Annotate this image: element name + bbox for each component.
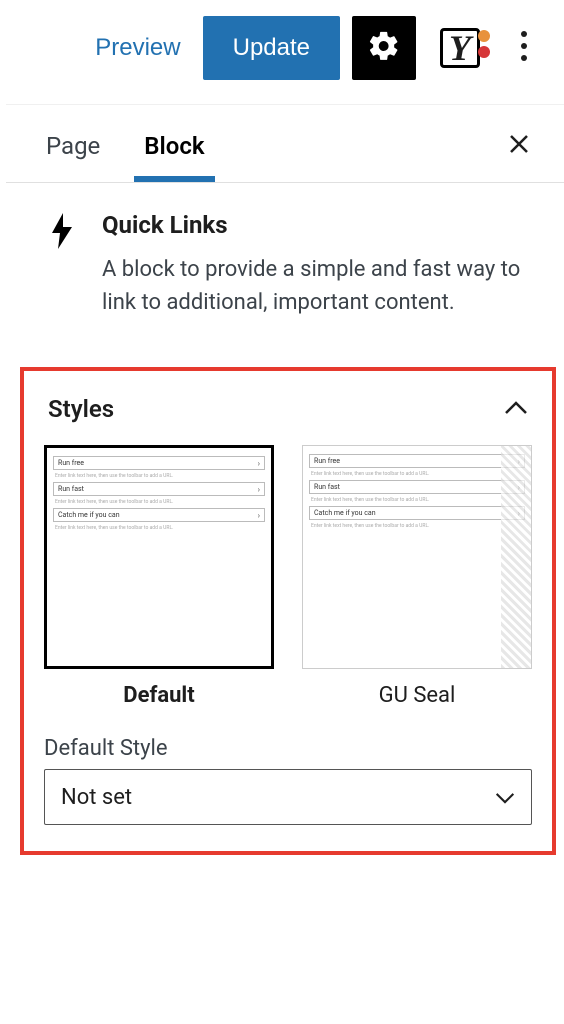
update-button[interactable]: Update [203,16,340,80]
tab-block[interactable]: Block [134,110,214,182]
yoast-status-dots [478,30,490,58]
chevron-up-icon [504,400,528,419]
yoast-plugin-button[interactable]: Y [428,16,492,80]
editor-toolbar: Preview Update Y [0,0,564,104]
more-options-button[interactable] [504,16,544,80]
settings-button[interactable] [352,16,416,80]
panel-tabs: Page Block [6,109,564,183]
styles-panel-title: Styles [48,395,114,423]
close-icon [507,132,531,160]
styles-panel-toggle[interactable]: Styles [44,385,532,445]
default-style-field: Default Style Not set [44,736,532,825]
tab-page[interactable]: Page [36,110,110,182]
style-option-label: Default [123,683,194,708]
app-root: Preview Update Y Page Block [0,0,564,855]
default-style-select[interactable]: Not set [44,769,532,825]
block-description: A block to provide a simple and fast way… [102,253,534,319]
style-option-label: GU Seal [379,683,456,708]
style-option-default[interactable]: Run free› Enter link text here, then use… [44,445,274,708]
block-description-section: Quick Links A block to provide a simple … [6,183,564,349]
default-style-label: Default Style [44,736,532,761]
chevron-down-icon [495,785,515,810]
sidebar-panel: Page Block Quick Links A block to provid… [6,104,564,855]
styles-panel-highlight: Styles Run free› Enter link text here, t… [20,367,556,855]
yoast-icon: Y [440,28,480,68]
block-title: Quick Links [102,211,534,239]
style-thumbnail-gu-seal: Run free› Enter link text here, then use… [302,445,532,669]
default-style-value: Not set [61,785,132,810]
gear-icon [367,29,401,67]
preview-button[interactable]: Preview [85,34,190,62]
close-panel-button[interactable] [504,131,534,161]
kebab-menu-icon [521,31,527,65]
lightning-bolt-icon [50,213,74,253]
style-option-gu-seal[interactable]: Run free› Enter link text here, then use… [302,445,532,708]
style-thumbnail-default: Run free› Enter link text here, then use… [44,445,274,669]
style-options-grid: Run free› Enter link text here, then use… [44,445,532,708]
